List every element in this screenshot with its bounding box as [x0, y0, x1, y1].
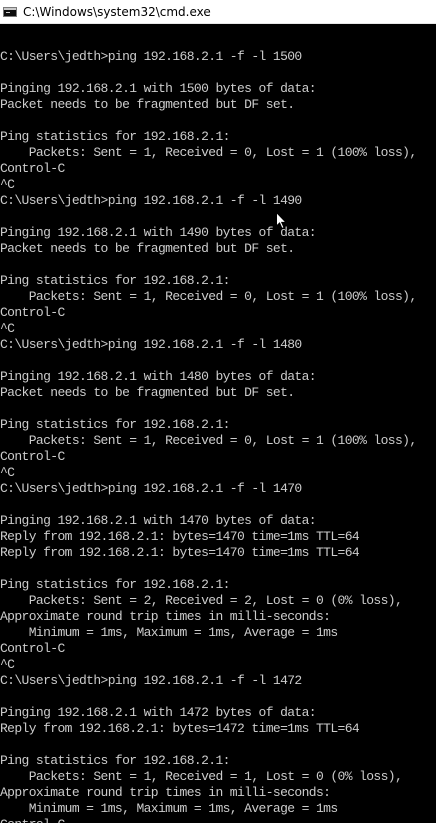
console-line: Pinging 192.168.2.1 with 1490 bytes of d… — [0, 225, 317, 240]
console-line: Ping statistics for 192.168.2.1: — [0, 753, 230, 768]
console-line: Ping statistics for 192.168.2.1: — [0, 129, 230, 144]
console-line: Pinging 192.168.2.1 with 1472 bytes of d… — [0, 705, 317, 720]
console-line: Packets: Sent = 1, Received = 1, Lost = … — [0, 769, 403, 784]
console-line: C:\Users\jedth>ping 192.168.2.1 -f -l 15… — [0, 49, 302, 64]
console-line: Packets: Sent = 1, Received = 0, Lost = … — [0, 433, 417, 448]
console-line: C:\Users\jedth>ping 192.168.2.1 -f -l 14… — [0, 193, 302, 208]
console-line: Minimum = 1ms, Maximum = 1ms, Average = … — [0, 801, 338, 816]
console-line: ^C — [0, 177, 15, 192]
console-line: Packets: Sent = 1, Received = 0, Lost = … — [0, 289, 417, 304]
console-line: Control-C — [0, 161, 65, 176]
console-line: Packets: Sent = 1, Received = 0, Lost = … — [0, 145, 417, 160]
console-line: Control-C — [0, 449, 65, 464]
console-line: Ping statistics for 192.168.2.1: — [0, 577, 230, 592]
window-title: C:\Windows\system32\cmd.exe — [23, 4, 211, 19]
mouse-pointer-icon — [276, 212, 287, 230]
console-line: Control-C — [0, 817, 436, 823]
console-line: Reply from 192.168.2.1: bytes=1470 time=… — [0, 529, 360, 544]
cmd-window: C:\Windows\system32\cmd.exe C:\Users\jed… — [0, 0, 436, 823]
console-line: ^C — [0, 657, 15, 672]
console-line: ^C — [0, 321, 15, 336]
console-line: Packet needs to be fragmented but DF set… — [0, 385, 295, 400]
console-output[interactable]: C:\Users\jedth>ping 192.168.2.1 -f -l 15… — [0, 33, 436, 823]
console-line: Packets: Sent = 2, Received = 2, Lost = … — [0, 593, 403, 608]
console-line: Control-C — [0, 305, 65, 320]
console-line: Reply from 192.168.2.1: bytes=1472 time=… — [0, 721, 360, 736]
console-line: Approximate round trip times in milli-se… — [0, 785, 331, 800]
console-line: Ping statistics for 192.168.2.1: — [0, 417, 230, 432]
console-line: Minimum = 1ms, Maximum = 1ms, Average = … — [0, 625, 338, 640]
title-bar[interactable]: C:\Windows\system32\cmd.exe — [0, 0, 436, 24]
console-line: C:\Users\jedth>ping 192.168.2.1 -f -l 14… — [0, 481, 302, 496]
console-line: Pinging 192.168.2.1 with 1480 bytes of d… — [0, 369, 317, 384]
console-line: Packet needs to be fragmented but DF set… — [0, 97, 295, 112]
console-line: Pinging 192.168.2.1 with 1500 bytes of d… — [0, 81, 317, 96]
console-line: Ping statistics for 192.168.2.1: — [0, 273, 230, 288]
console-icon — [3, 6, 17, 17]
console-line: Packet needs to be fragmented but DF set… — [0, 241, 295, 256]
console-line: ^C — [0, 465, 15, 480]
console-line: Reply from 192.168.2.1: bytes=1470 time=… — [0, 545, 360, 560]
console-line: Control-C — [0, 641, 65, 656]
console-line: C:\Users\jedth>ping 192.168.2.1 -f -l 14… — [0, 337, 302, 352]
console-line: C:\Users\jedth>ping 192.168.2.1 -f -l 14… — [0, 673, 302, 688]
console-line: Approximate round trip times in milli-se… — [0, 609, 331, 624]
console-line: Pinging 192.168.2.1 with 1470 bytes of d… — [0, 513, 317, 528]
